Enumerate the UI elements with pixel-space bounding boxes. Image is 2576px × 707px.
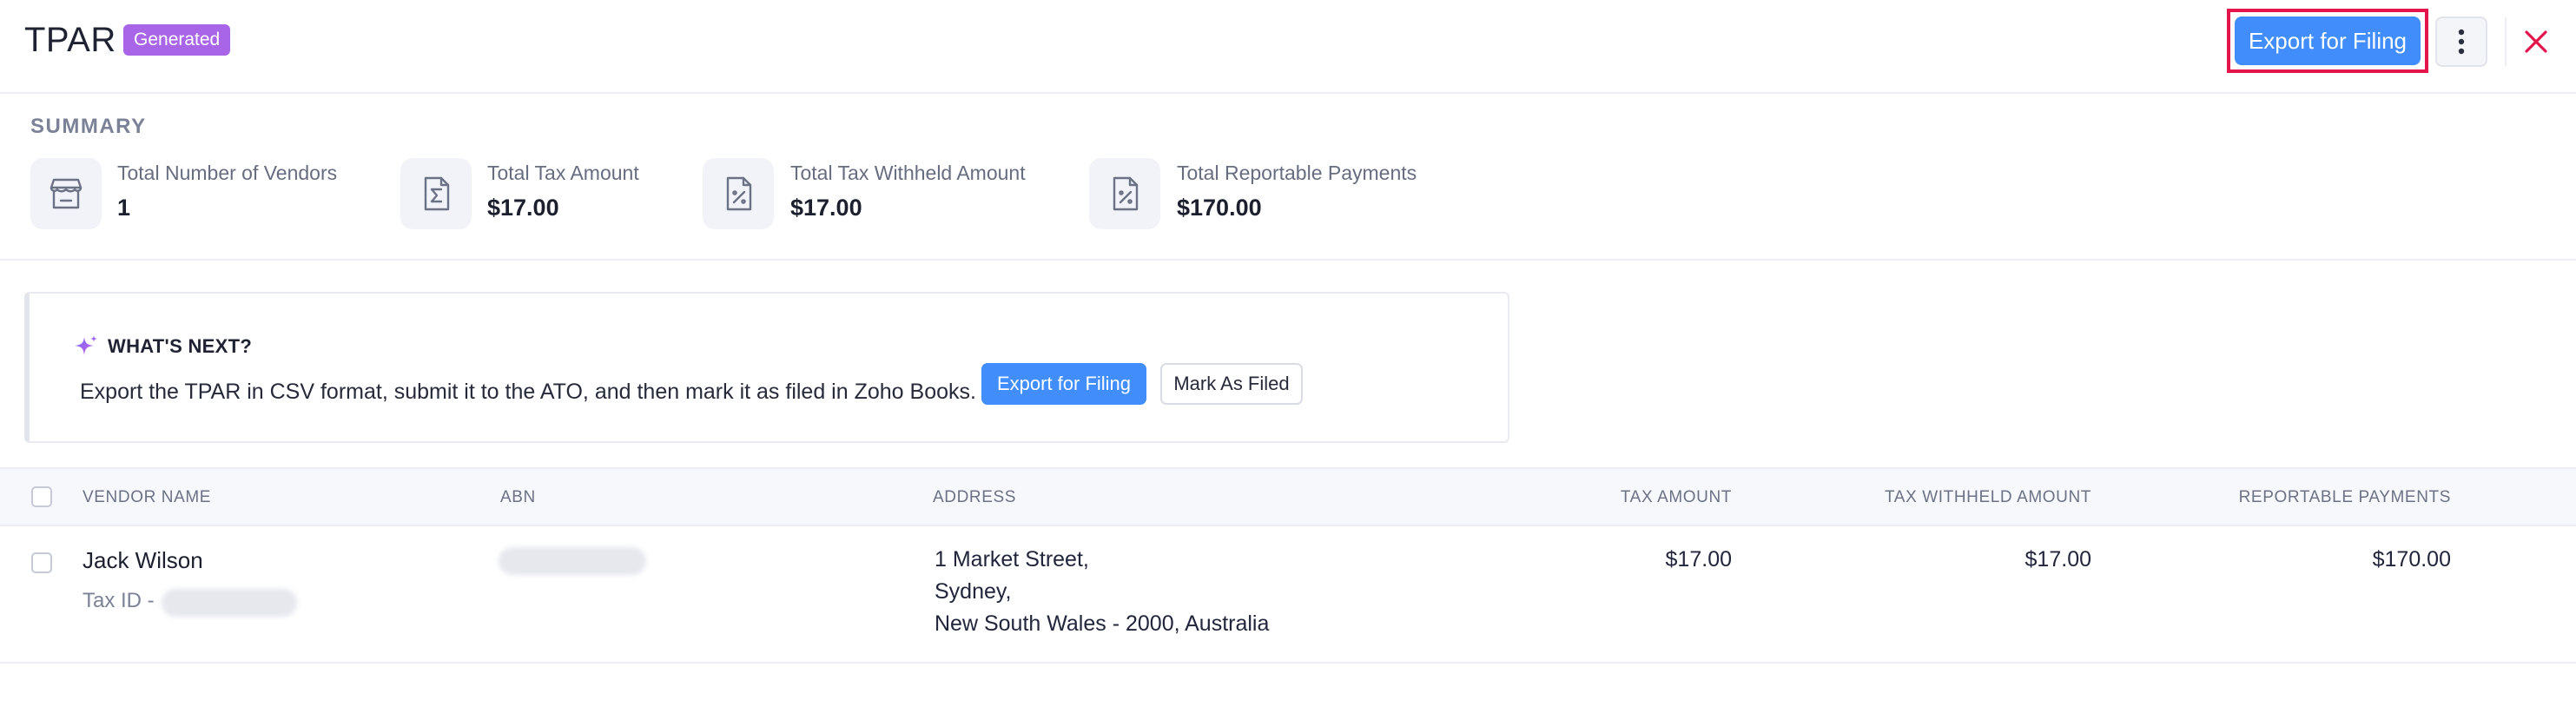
whats-next-description: Export the TPAR in CSV format, submit it… (80, 380, 976, 404)
page-header: TPAR Generated Export for Filing (0, 0, 2576, 94)
column-header-abn[interactable]: ABN (500, 488, 536, 507)
whats-next-card: WHAT'S NEXT? Export the TPAR in CSV form… (24, 292, 1509, 443)
sparkle-icon (75, 335, 97, 355)
header-divider (2505, 17, 2507, 66)
address-line-2: Sydney, (935, 579, 1012, 604)
column-header-tax-amount[interactable]: TAX AMOUNT (1468, 488, 1732, 507)
mark-as-filed-button[interactable]: Mark As Filed (1160, 363, 1303, 405)
select-all-checkbox[interactable] (31, 486, 52, 507)
vendors-stat-label: Total Number of Vendors (117, 162, 338, 184)
address-line-1: 1 Market Street, (935, 547, 1089, 572)
column-header-tax-withheld-amount[interactable]: TAX WITHHELD AMOUNT (1824, 488, 2091, 507)
more-options-button[interactable] (2435, 17, 2487, 67)
percent-document-icon (726, 176, 752, 211)
reportable-payments-stat-label: Total Reportable Payments (1177, 162, 1417, 184)
column-header-address[interactable]: ADDRESS (933, 488, 1016, 507)
tax-withheld-stat-icon-box (703, 158, 774, 229)
table-header: VENDOR NAME ABN ADDRESS TAX AMOUNT TAX W… (0, 467, 2576, 526)
page-title: TPAR (24, 21, 116, 59)
tax-amount-stat-value: $17.00 (487, 195, 559, 221)
export-for-filing-button[interactable]: Export for Filing (2235, 17, 2421, 65)
tax-withheld-cell: $17.00 (2024, 547, 2091, 572)
tax-amount-stat-label: Total Tax Amount (487, 162, 639, 184)
tax-id-redacted (162, 589, 297, 617)
tax-amount-cell: $17.00 (1665, 547, 1732, 572)
column-header-reportable-payments[interactable]: REPORTABLE PAYMENTS (2171, 488, 2451, 507)
row-checkbox[interactable] (31, 552, 52, 573)
summary-heading: SUMMARY (30, 115, 147, 138)
status-badge: Generated (123, 24, 231, 56)
summary-divider (0, 259, 2576, 261)
sigma-document-icon (424, 176, 450, 211)
percent-document-icon (1113, 176, 1139, 211)
table-row[interactable]: Jack Wilson Tax ID - 1 Market Street, Sy… (0, 526, 2576, 664)
close-button[interactable] (2517, 23, 2555, 61)
vendors-stat-value: 1 (117, 195, 131, 221)
tax-withheld-stat-value: $17.00 (790, 195, 862, 221)
close-icon (2525, 30, 2547, 53)
reportable-payments-stat-icon-box (1089, 158, 1160, 229)
vendor-name-link[interactable]: Jack Wilson (83, 547, 203, 574)
whats-next-title: WHAT'S NEXT? (108, 335, 253, 357)
whats-next-header: WHAT'S NEXT? (73, 334, 252, 360)
abn-redacted (499, 547, 646, 575)
card-export-for-filing-button[interactable]: Export for Filing (981, 363, 1146, 405)
vendors-stat-icon-box (30, 158, 102, 229)
kebab-vertical-icon (2458, 29, 2465, 55)
reportable-payments-cell: $170.00 (2372, 547, 2451, 572)
tax-id-label: Tax ID - (83, 589, 155, 612)
tax-withheld-stat-label: Total Tax Withheld Amount (790, 162, 1026, 184)
tax-amount-stat-icon-box (400, 158, 472, 229)
store-icon (50, 178, 83, 209)
reportable-payments-stat-value: $170.00 (1177, 195, 1262, 221)
address-line-3: New South Wales - 2000, Australia (935, 611, 1270, 636)
column-header-vendor-name[interactable]: VENDOR NAME (83, 488, 211, 507)
